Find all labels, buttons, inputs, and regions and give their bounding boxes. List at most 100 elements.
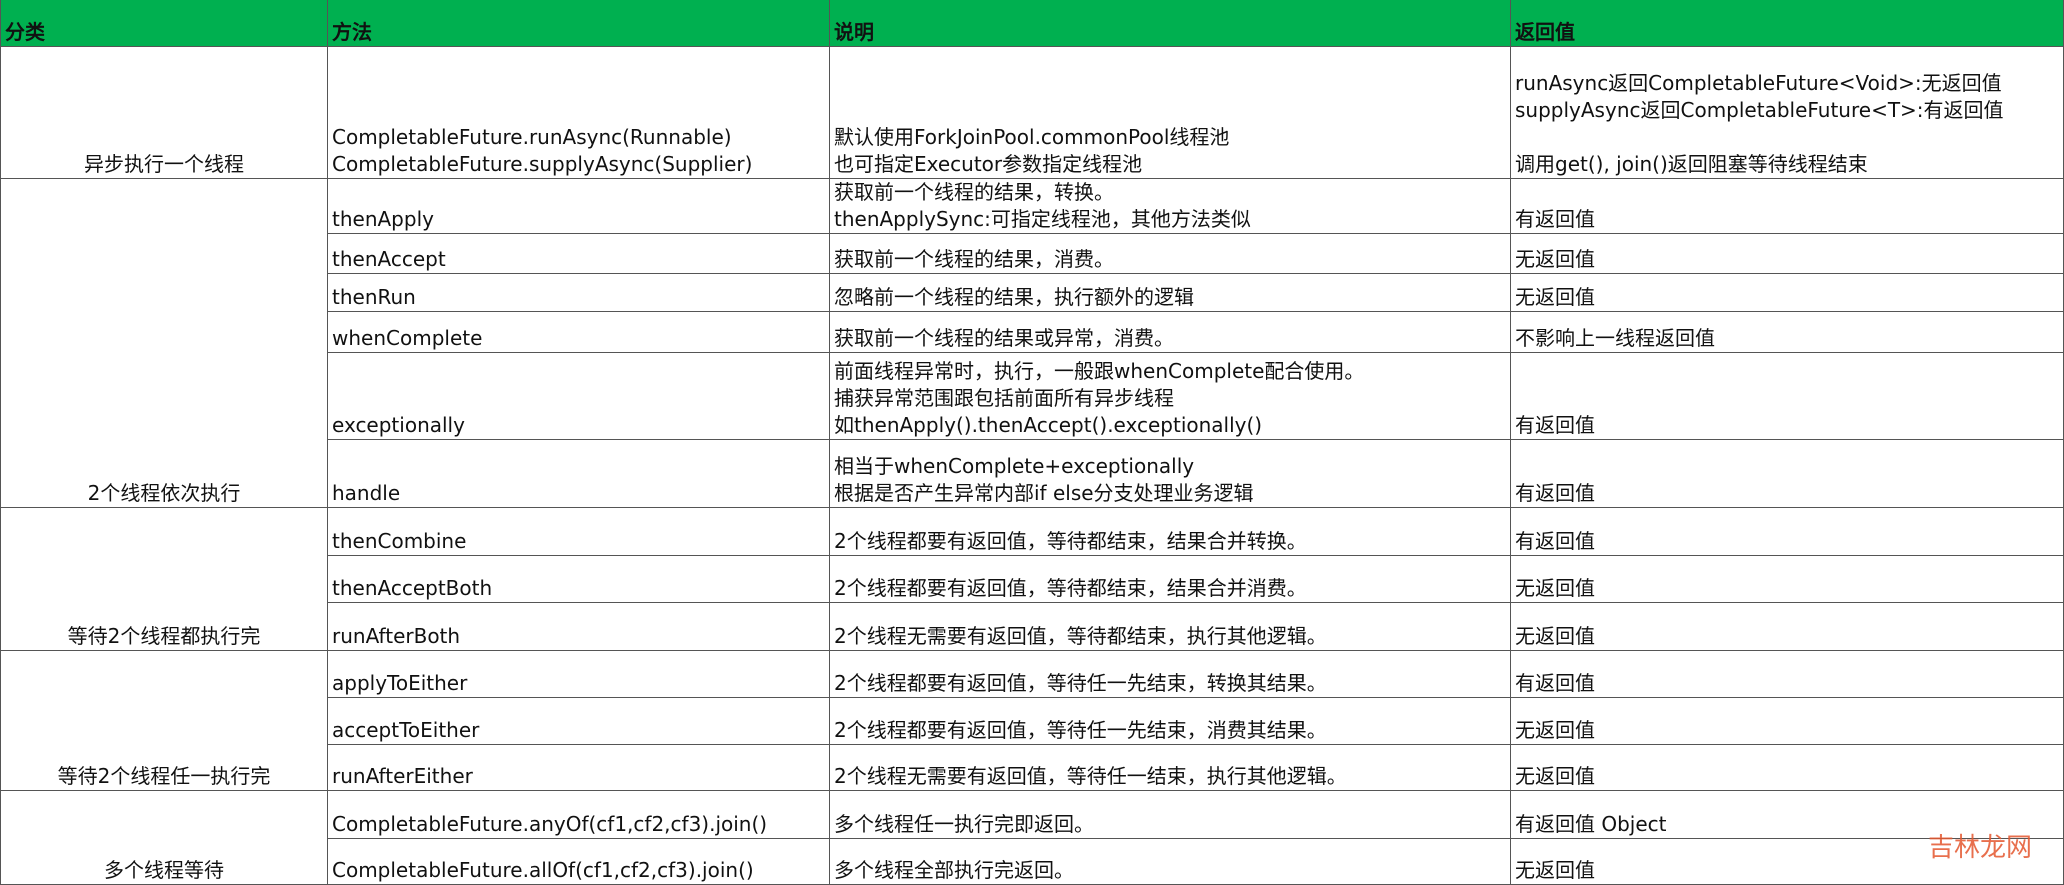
return-value-line: 无返回值 [1515, 576, 1595, 600]
return-value-cell: 无返回值 [1511, 698, 2064, 745]
description-line: 也可指定Executor参数指定线程池 [834, 152, 1143, 176]
api-table: 分类 方法 说明 返回值 异步执行一个线程 CompletableFuture.… [0, 0, 2064, 885]
description-cell: 获取前一个线程的结果，转换。 thenApplySync:可指定线程池，其他方法… [830, 179, 1511, 234]
description-line: 如thenApply().thenAccept().exceptionally(… [834, 413, 1263, 437]
description-cell: 默认使用ForkJoinPool.commonPool线程池 也可指定Execu… [830, 47, 1511, 179]
return-value-line: 无返回值 [1515, 718, 1595, 742]
method-line: CompletableFuture.runAsync(Runnable) [332, 125, 732, 149]
method-cell: exceptionally [328, 353, 830, 440]
category-label: 等待2个线程都执行完 [67, 624, 261, 648]
method-cell: thenRun [328, 274, 830, 312]
return-value-line: 有返回值 [1515, 671, 1595, 695]
description-line: 获取前一个线程的结果，转换。 [834, 180, 1114, 204]
header-description-label: 说明 [834, 20, 874, 44]
return-value-cell: 有返回值 [1511, 440, 2064, 508]
return-value-line: 调用get(), join()返回阻塞等待线程结束 [1515, 152, 1868, 176]
method-line: runAfterEither [332, 764, 473, 788]
header-description-cell: 说明 [830, 0, 1511, 47]
return-value-line: 有返回值 [1515, 207, 1595, 231]
return-value-cell: 有返回值 [1511, 353, 2064, 440]
method-cell: thenApply [328, 179, 830, 234]
header-return-value-cell: 返回值 [1511, 0, 2064, 47]
return-value-line: 无返回值 [1515, 764, 1595, 788]
category-cell: 等待2个线程任一执行完 [1, 651, 328, 791]
description-cell: 多个线程任一执行完即返回。 [830, 791, 1511, 839]
category-label: 异步执行一个线程 [84, 152, 244, 176]
method-cell: CompletableFuture.anyOf(cf1,cf2,cf3).joi… [328, 791, 830, 839]
description-cell: 2个线程无需要有返回值，等待都结束，执行其他逻辑。 [830, 603, 1511, 651]
method-line: CompletableFuture.allOf(cf1,cf2,cf3).joi… [332, 858, 754, 882]
method-line: CompletableFuture.supplyAsync(Supplier) [332, 152, 753, 176]
method-line: handle [332, 481, 401, 505]
description-line: 相当于whenComplete+exceptionally [834, 454, 1195, 478]
category-cell: 2个线程依次执行 [1, 179, 328, 508]
category-label: 等待2个线程任一执行完 [57, 764, 271, 788]
method-line: applyToEither [332, 671, 468, 695]
method-cell: acceptToEither [328, 698, 830, 745]
method-cell: applyToEither [328, 651, 830, 698]
description-line: 多个线程全部执行完返回。 [834, 858, 1074, 882]
method-cell: CompletableFuture.runAsync(Runnable) Com… [328, 47, 830, 179]
description-line: 获取前一个线程的结果，消费。 [834, 247, 1114, 271]
description-line: 默认使用ForkJoinPool.commonPool线程池 [834, 125, 1230, 149]
description-line: 获取前一个线程的结果或异常，消费。 [834, 326, 1174, 350]
description-line: 前面线程异常时，执行，一般跟whenComplete配合使用。 [834, 359, 1365, 383]
description-line: 捕获异常范围跟包括前面所有异步线程 [834, 386, 1174, 410]
return-value-cell: 无返回值 [1511, 556, 2064, 603]
method-cell: thenAccept [328, 234, 830, 274]
description-line: 2个线程都要有返回值，等待都结束，结果合并转换。 [834, 529, 1307, 553]
return-value-line: 不影响上一线程返回值 [1515, 326, 1715, 350]
category-cell: 等待2个线程都执行完 [1, 508, 328, 651]
header-category-label: 分类 [5, 20, 45, 44]
header-return-value-label: 返回值 [1515, 20, 1575, 44]
category-cell: 多个线程等待 [1, 791, 328, 885]
description-line: 忽略前一个线程的结果，执行额外的逻辑 [834, 285, 1194, 309]
return-value-cell: 有返回值 Object [1511, 791, 2064, 839]
method-cell: runAfterEither [328, 745, 830, 791]
description-cell: 获取前一个线程的结果或异常，消费。 [830, 312, 1511, 353]
method-line: thenAccept [332, 247, 446, 271]
description-line: 2个线程都要有返回值，等待都结束，结果合并消费。 [834, 576, 1307, 600]
return-value-cell: 有返回值 [1511, 651, 2064, 698]
return-value-cell: 无返回值 [1511, 274, 2064, 312]
description-line: 2个线程无需要有返回值，等待都结束，执行其他逻辑。 [834, 624, 1327, 648]
method-line: thenRun [332, 285, 416, 309]
description-line: thenApplySync:可指定线程池，其他方法类似 [834, 207, 1251, 231]
category-label: 2个线程依次执行 [87, 481, 241, 505]
return-value-cell: 无返回值 [1511, 234, 2064, 274]
category-label: 多个线程等待 [104, 858, 224, 882]
method-cell: thenCombine [328, 508, 830, 556]
method-cell: runAfterBoth [328, 603, 830, 651]
method-line: thenAcceptBoth [332, 576, 493, 600]
description-cell: 2个线程都要有返回值，等待任一先结束，消费其结果。 [830, 698, 1511, 745]
description-cell: 相当于whenComplete+exceptionally 根据是否产生异常内部… [830, 440, 1511, 508]
return-value-line: 有返回值 [1515, 413, 1595, 437]
description-cell: 忽略前一个线程的结果，执行额外的逻辑 [830, 274, 1511, 312]
watermark-logo: 吉林龙网 [1928, 833, 2033, 863]
description-cell: 2个线程都要有返回值，等待都结束，结果合并转换。 [830, 508, 1511, 556]
return-value-cell: 无返回值 [1511, 745, 2064, 791]
description-cell: 多个线程全部执行完返回。 [830, 839, 1511, 885]
return-value-line: 无返回值 [1515, 247, 1595, 271]
method-cell: thenAcceptBoth [328, 556, 830, 603]
return-value-cell: 有返回值 [1511, 508, 2064, 556]
method-cell: whenComplete [328, 312, 830, 353]
description-line: 根据是否产生异常内部if else分支处理业务逻辑 [834, 481, 1254, 505]
description-line: 2个线程都要有返回值，等待任一先结束，转换其结果。 [834, 671, 1327, 695]
description-cell: 获取前一个线程的结果，消费。 [830, 234, 1511, 274]
method-line: thenApply [332, 207, 434, 231]
description-line: 多个线程任一执行完即返回。 [834, 812, 1094, 836]
method-line: whenComplete [332, 326, 483, 350]
description-cell: 2个线程都要有返回值，等待任一先结束，转换其结果。 [830, 651, 1511, 698]
return-value-cell: 不影响上一线程返回值 [1511, 312, 2064, 353]
description-line: 2个线程都要有返回值，等待任一先结束，消费其结果。 [834, 718, 1327, 742]
method-line: runAfterBoth [332, 624, 461, 648]
method-line: exceptionally [332, 413, 465, 437]
return-value-cell: 无返回值 [1511, 603, 2064, 651]
description-cell: 前面线程异常时，执行，一般跟whenComplete配合使用。 捕获异常范围跟包… [830, 353, 1511, 440]
return-value-line: runAsync返回CompletableFuture<Void>:无返回值 [1515, 71, 2002, 95]
return-value-line: 有返回值 [1515, 529, 1595, 553]
category-cell: 异步执行一个线程 [1, 47, 328, 179]
return-value-line: supplyAsync返回CompletableFuture<T>:有返回值 [1515, 98, 2004, 122]
